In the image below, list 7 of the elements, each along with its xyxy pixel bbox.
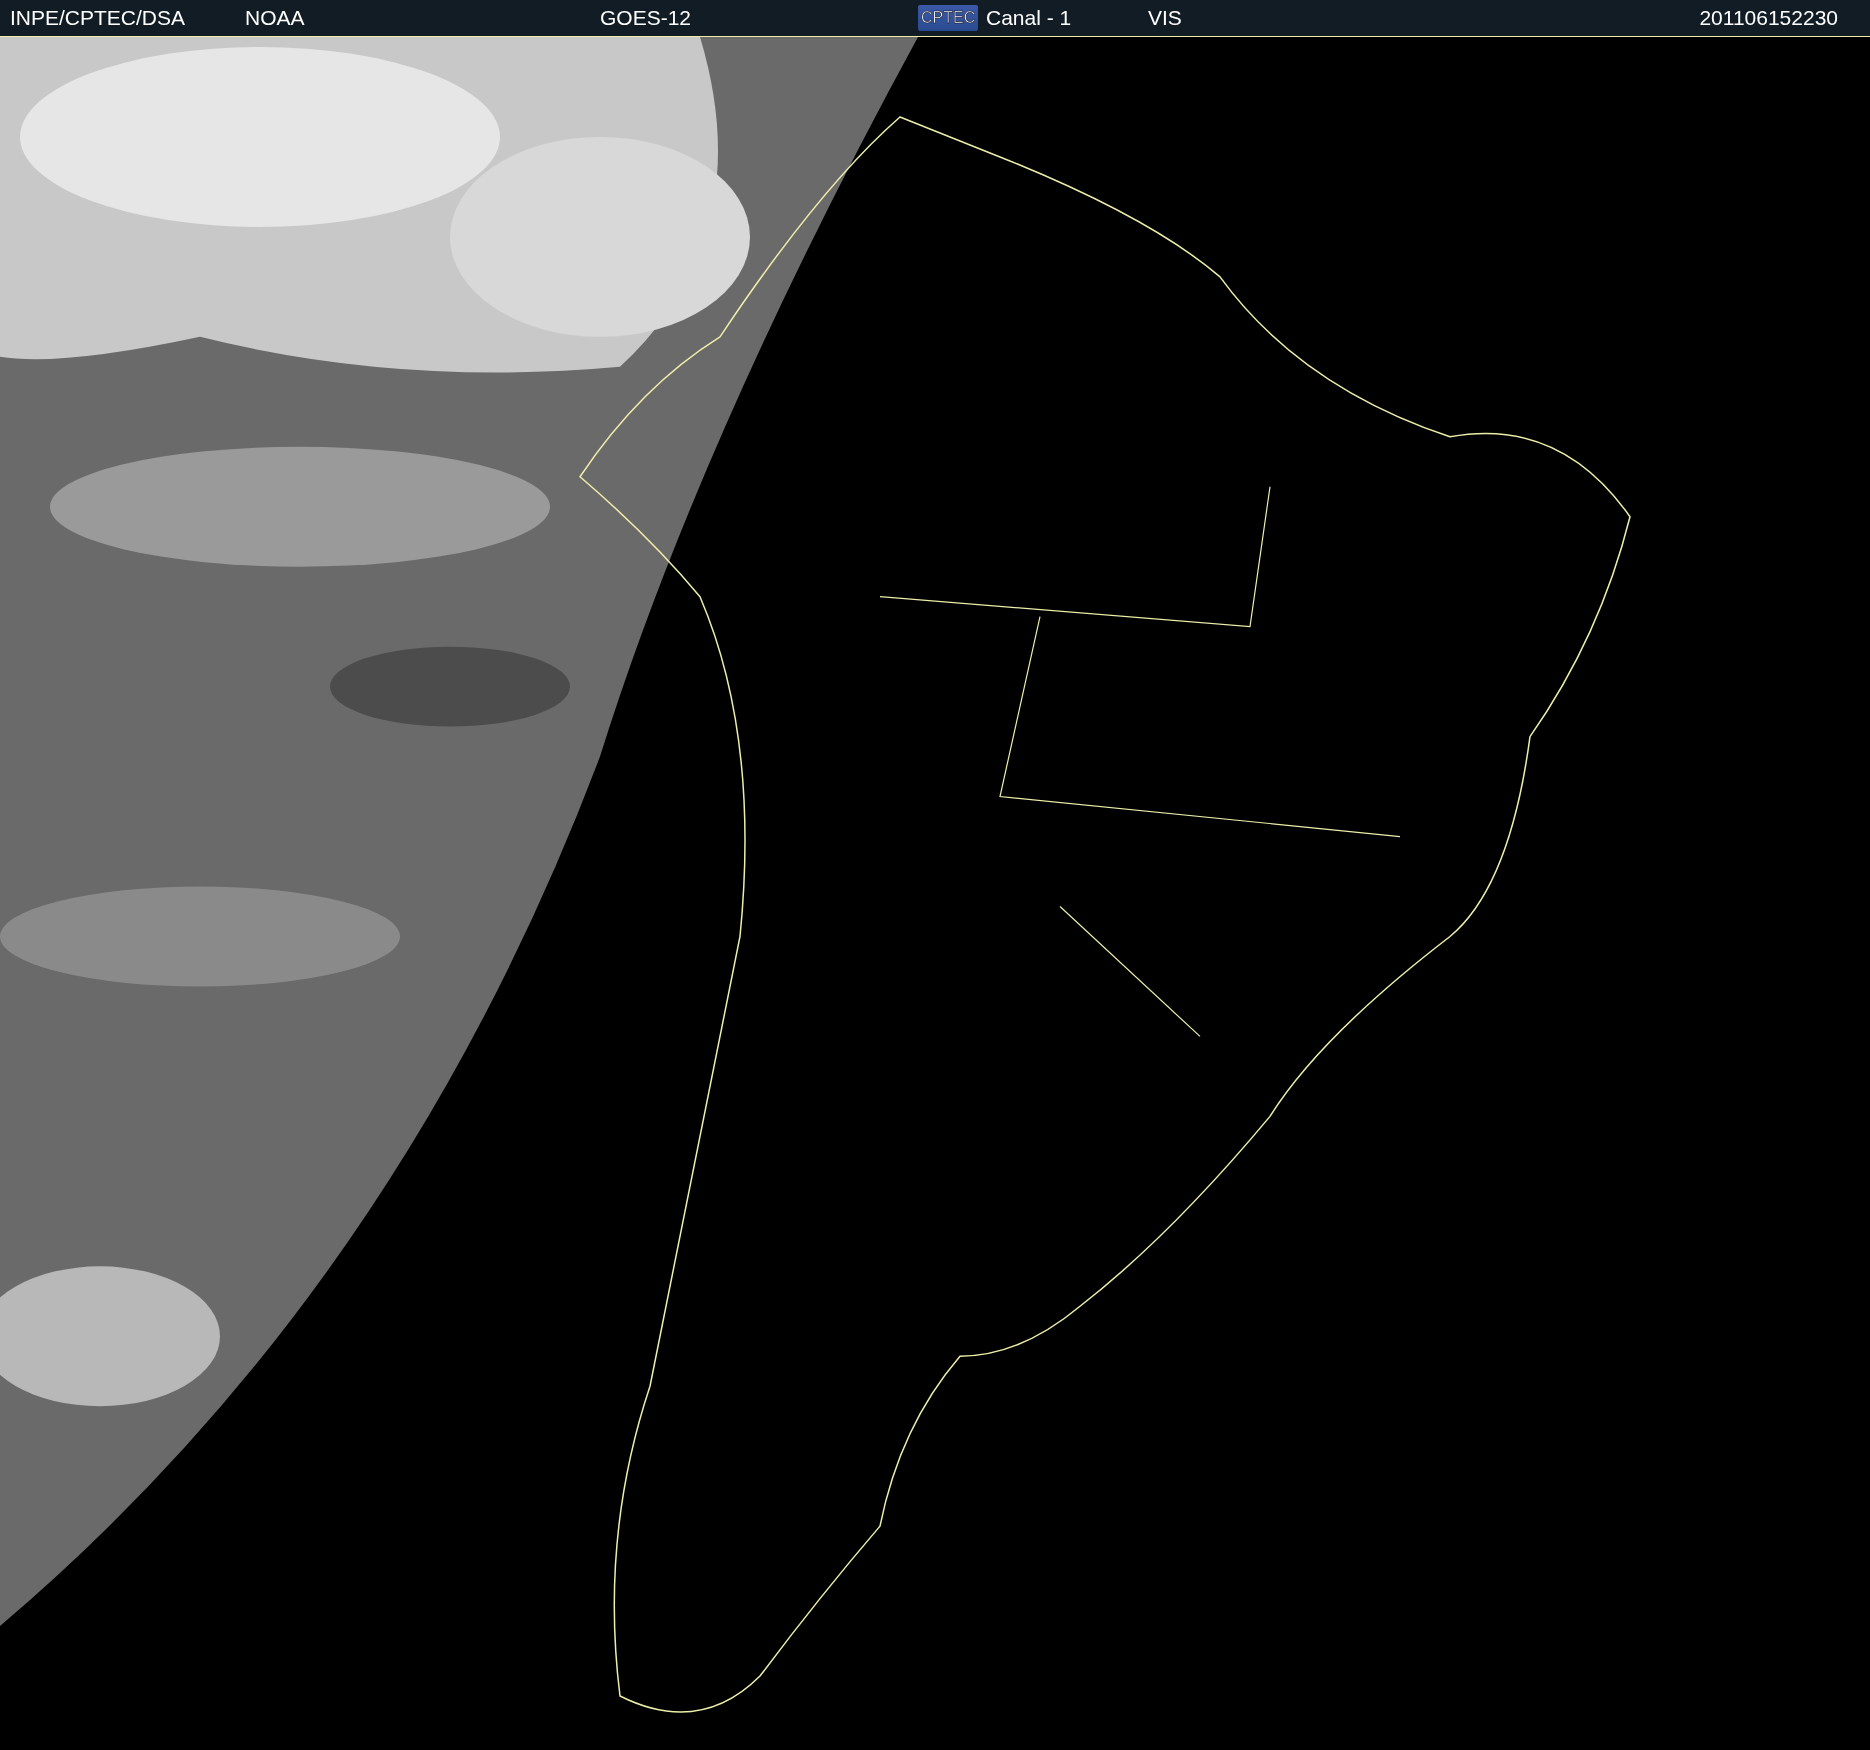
- agency-label: NOAA: [245, 6, 305, 30]
- channel-label: Canal - 1: [986, 6, 1072, 30]
- logo: CPTEC: [918, 5, 979, 31]
- timestamp-label: 201106152230: [1699, 6, 1838, 30]
- band-label: VIS: [1148, 6, 1182, 30]
- source-label: INPE/CPTEC/DSA: [10, 6, 186, 30]
- satellite-label: GOES-12: [600, 6, 692, 30]
